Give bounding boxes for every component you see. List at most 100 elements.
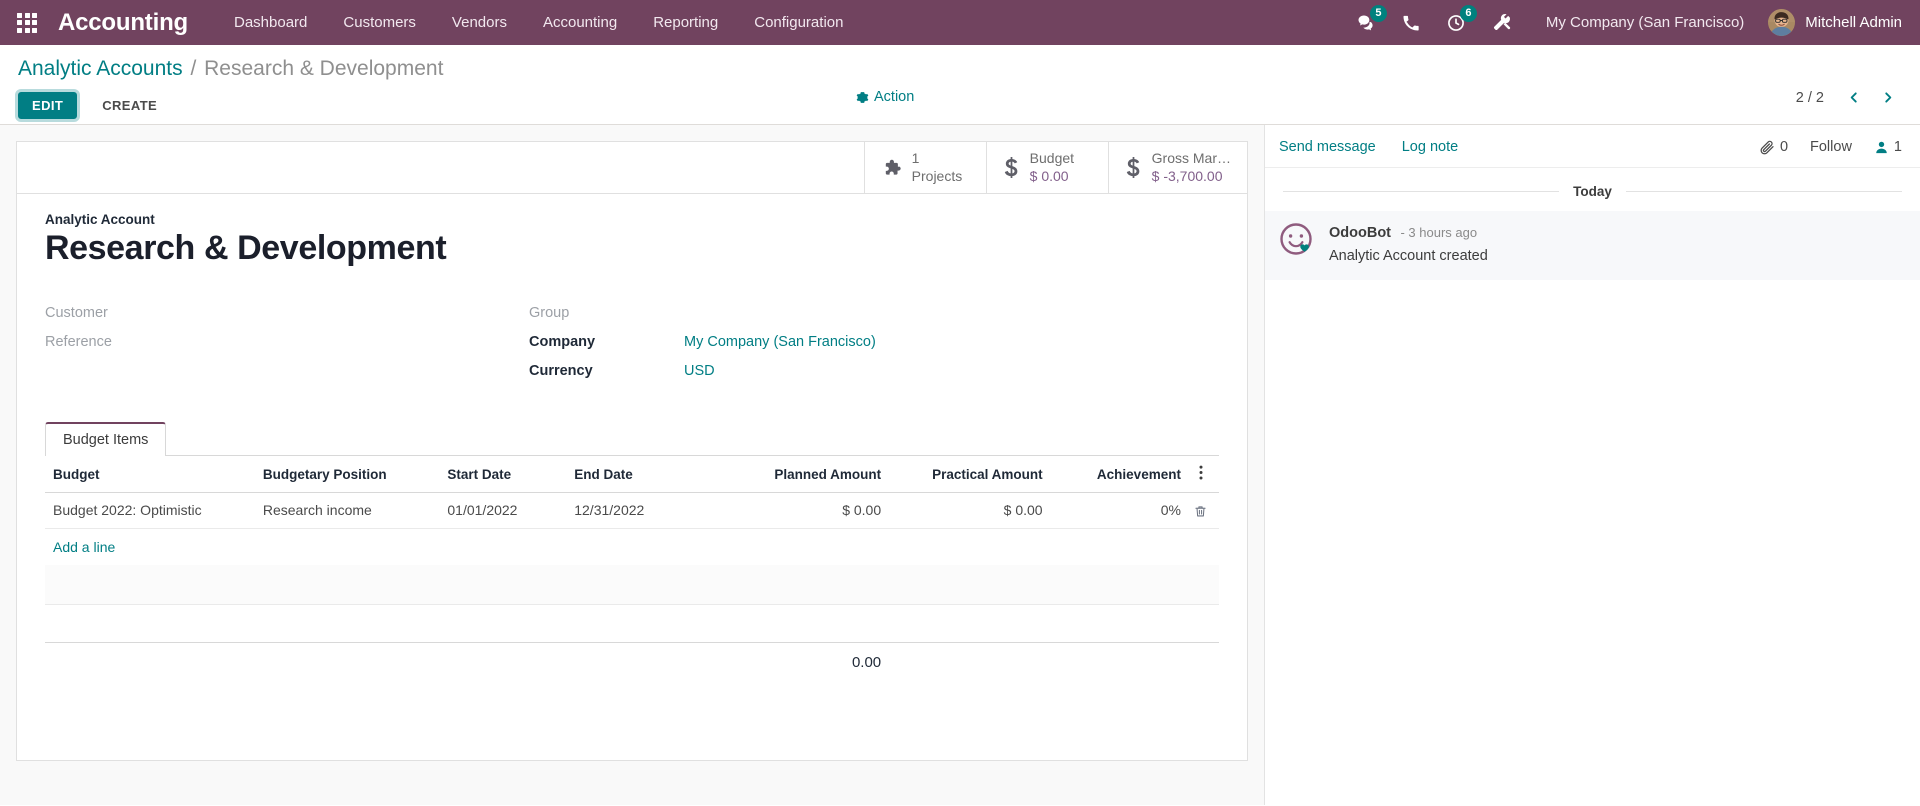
total-planned-amount: 0.00 — [727, 642, 890, 681]
action-menu-button[interactable]: Action — [856, 89, 914, 105]
breadcrumb-parent-link[interactable]: Analytic Accounts — [18, 57, 183, 80]
field-customer: Customer — [45, 305, 529, 334]
stat-button-budget[interactable]: Budget $ 0.00 — [985, 142, 1108, 193]
notebook: Budget Items Budget Budgetary Position S… — [45, 422, 1219, 681]
pager-previous-button[interactable] — [1840, 89, 1868, 106]
page-title: Research & Development — [45, 229, 447, 267]
analytic-account-label: Analytic Account — [45, 212, 155, 227]
gear-icon — [856, 91, 869, 103]
app-brand-accounting[interactable]: Accounting — [58, 9, 188, 37]
cell-achievement[interactable]: 0% — [1050, 492, 1189, 529]
table-row[interactable]: Budget 2022: Optimistic Research income … — [45, 492, 1219, 529]
table-body: Budget 2022: Optimistic Research income … — [45, 492, 1219, 681]
user-menu[interactable]: Mitchell Admin — [1758, 9, 1902, 36]
add-a-line-row[interactable]: Add a line — [45, 528, 1219, 565]
chevron-right-icon — [1885, 92, 1892, 103]
avatar — [1768, 9, 1796, 36]
field-group: Group — [529, 305, 1013, 334]
avatar-photo-icon — [1768, 9, 1796, 36]
trash-icon[interactable] — [1194, 504, 1207, 519]
add-a-line-button[interactable]: Add a line — [53, 539, 115, 555]
cell-start-date[interactable]: 01/01/2022 — [439, 492, 567, 529]
cell-planned-amount[interactable]: $ 0.00 — [727, 492, 890, 529]
cell-delete[interactable] — [1188, 492, 1219, 529]
messages-badge: 5 — [1369, 5, 1387, 22]
form-fields-left-column: Customer Reference — [45, 305, 529, 392]
tools-wrench-icon — [1493, 14, 1511, 31]
apps-grid-icon[interactable] — [10, 6, 44, 40]
stat-gross-margin-value: $ -3,700.00 — [1151, 167, 1223, 184]
date-separator-label: Today — [1573, 184, 1612, 199]
chatter-topbar-right: 0 Follow 1 — [1759, 139, 1902, 155]
field-company-value[interactable]: My Company (San Francisco) — [684, 334, 876, 350]
puzzle-piece-icon — [881, 157, 902, 178]
form-sheet: 1 Projects Budget $ 0.00 Gross Mar… $ -3… — [16, 141, 1248, 761]
pager-next-button[interactable] — [1874, 89, 1902, 106]
stat-button-projects[interactable]: 1 Projects — [863, 142, 986, 193]
menu-item-accounting[interactable]: Accounting — [525, 0, 635, 45]
breadcrumb: Analytic Accounts / Research & Developme… — [18, 55, 1902, 83]
attachments-button[interactable]: 0 — [1759, 139, 1788, 155]
budget-items-table: Budget Budgetary Position Start Date End… — [45, 456, 1219, 681]
field-reference: Reference — [45, 334, 529, 363]
cell-budgetary-position[interactable]: Research income — [254, 492, 440, 529]
col-practical-amount[interactable]: Practical Amount — [889, 456, 1051, 494]
menu-item-customers[interactable]: Customers — [325, 0, 434, 45]
chevron-left-icon — [1850, 92, 1857, 103]
messages-button[interactable]: 5 — [1343, 0, 1389, 45]
col-budgetary-position[interactable]: Budgetary Position — [254, 456, 440, 494]
followers-button[interactable]: 1 — [1874, 139, 1902, 155]
cell-practical-amount[interactable]: $ 0.00 — [889, 492, 1051, 529]
message-author[interactable]: OdooBot — [1329, 225, 1391, 241]
edit-button[interactable]: EDIT — [14, 88, 81, 122]
follow-button[interactable]: Follow — [1810, 139, 1852, 155]
notebook-tabs: Budget Items — [45, 422, 1219, 457]
col-budget[interactable]: Budget — [45, 456, 255, 494]
message-text: Analytic Account created — [1329, 247, 1488, 264]
col-achievement[interactable]: Achievement — [1050, 456, 1189, 494]
attachment-count: 0 — [1779, 139, 1789, 155]
field-company: Company My Company (San Francisco) — [529, 334, 1013, 363]
menu-item-vendors[interactable]: Vendors — [434, 0, 525, 45]
stat-gross-margin-label: Gross Mar… — [1151, 150, 1231, 167]
form-pane: 1 Projects Budget $ 0.00 Gross Mar… $ -3… — [0, 125, 1264, 805]
pager: 2 / 2 — [1796, 89, 1902, 106]
activities-button[interactable]: 6 — [1433, 0, 1479, 45]
log-note-button[interactable]: Log note — [1402, 139, 1458, 155]
cell-budget[interactable]: Budget 2022: Optimistic — [45, 492, 255, 529]
phone-button[interactable] — [1389, 0, 1433, 45]
debug-tools-button[interactable] — [1479, 0, 1524, 45]
dollar-sign-icon — [1003, 156, 1020, 179]
table-header: Budget Budgetary Position Start Date End… — [45, 456, 1219, 494]
send-message-button[interactable]: Send message — [1279, 139, 1376, 155]
field-currency-value[interactable]: USD — [684, 363, 715, 379]
add-a-line-cell[interactable]: Add a line — [45, 528, 1219, 565]
followers-count: 1 — [1893, 139, 1902, 155]
table-filler-row — [45, 564, 1219, 606]
action-menu-label: Action — [874, 89, 915, 105]
message-body: OdooBot - 3 hours ago Analytic Account c… — [1329, 222, 1488, 266]
field-customer-label: Customer — [45, 305, 108, 322]
menu-item-configuration[interactable]: Configuration — [736, 0, 861, 45]
menu-item-reporting[interactable]: Reporting — [635, 0, 736, 45]
control-panel-buttons: EDIT CREATE — [14, 88, 1902, 122]
col-planned-amount[interactable]: Planned Amount — [727, 456, 890, 494]
sheet-inner: Analytic Account Research & Development … — [17, 194, 1247, 681]
page-body: 1 Projects Budget $ 0.00 Gross Mar… $ -3… — [0, 125, 1920, 805]
chatter-panel: Send message Log note 0 Follow 1 Today O… — [1264, 125, 1920, 805]
company-switcher[interactable]: My Company (San Francisco) — [1524, 14, 1758, 31]
col-end-date[interactable]: End Date — [566, 456, 728, 494]
optional-columns-dropdown[interactable] — [1188, 456, 1219, 494]
message-timestamp: - 3 hours ago — [1400, 225, 1478, 240]
tab-budget-items[interactable]: Budget Items — [45, 422, 167, 457]
stat-button-gross-margin[interactable]: Gross Mar… $ -3,700.00 — [1107, 142, 1247, 193]
top-navbar: Accounting Dashboard Customers Vendors A… — [0, 0, 1920, 45]
cell-end-date[interactable]: 12/31/2022 — [566, 492, 728, 529]
col-start-date[interactable]: Start Date — [439, 456, 567, 494]
control-panel: Analytic Accounts / Research & Developme… — [0, 45, 1920, 125]
form-fields: Customer Reference Group Company My Comp… — [45, 305, 1219, 392]
create-button[interactable]: CREATE — [89, 93, 170, 118]
menu-item-dashboard[interactable]: Dashboard — [216, 0, 325, 45]
chatter-topbar: Send message Log note 0 Follow 1 — [1265, 125, 1920, 168]
field-company-label: Company — [529, 334, 596, 351]
